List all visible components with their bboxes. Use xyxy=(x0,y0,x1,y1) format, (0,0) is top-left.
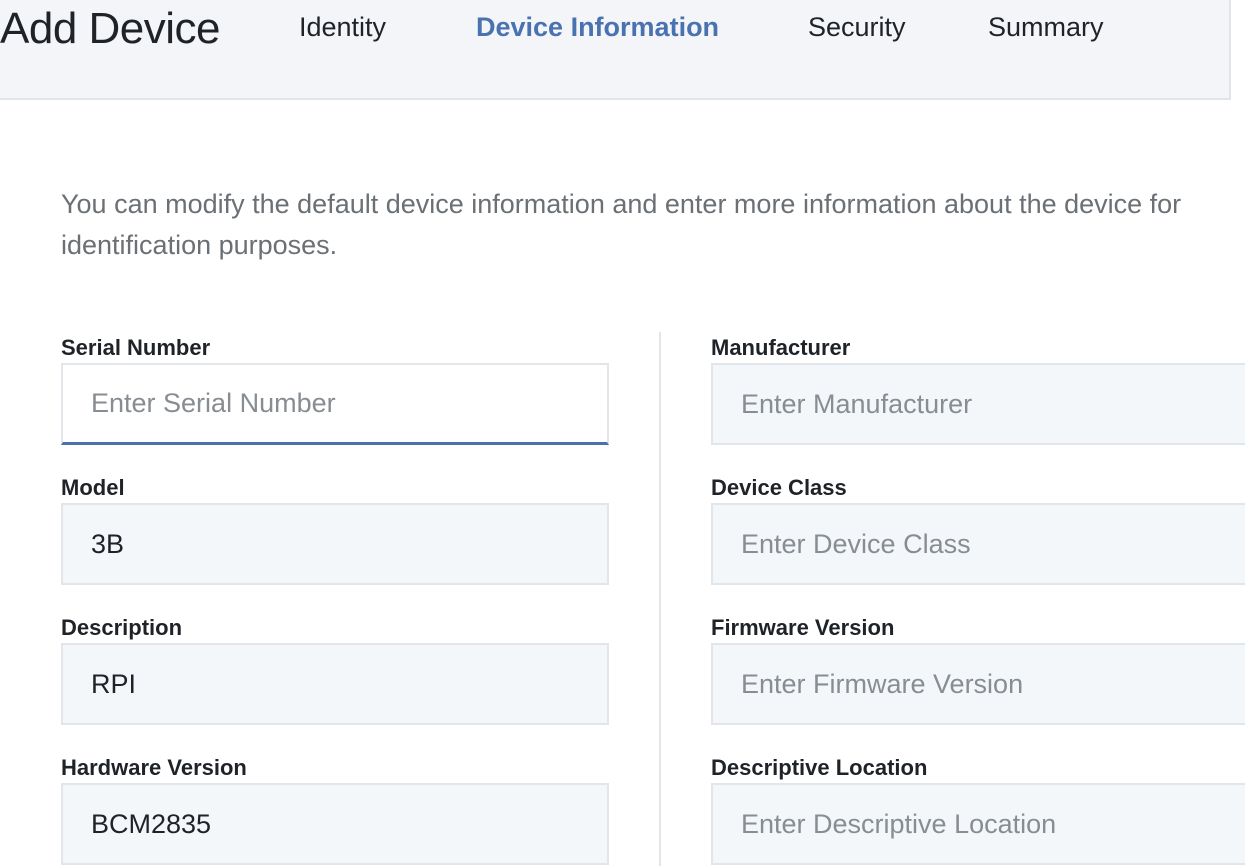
tab-identity[interactable]: Identity xyxy=(299,12,386,43)
device-class-label: Device Class xyxy=(711,475,847,500)
tab-security[interactable]: Security xyxy=(808,12,906,43)
description-label: Description xyxy=(61,615,183,640)
device-class-field-group: Device Class xyxy=(711,473,1245,585)
firmware-version-field-group: Firmware Version xyxy=(711,613,1245,725)
descriptive-location-input[interactable] xyxy=(711,783,1245,865)
model-field-group: Model xyxy=(61,473,609,585)
firmware-version-label: Firmware Version xyxy=(711,615,895,640)
firmware-version-input[interactable] xyxy=(711,643,1245,725)
add-device-page: Add Device Identity Device Information S… xyxy=(0,0,1245,866)
serial-number-label: Serial Number xyxy=(61,335,211,360)
serial-number-input[interactable] xyxy=(61,363,609,445)
manufacturer-label: Manufacturer xyxy=(711,335,851,360)
hardware-version-field-group: Hardware Version xyxy=(61,753,609,865)
descriptive-location-label: Descriptive Location xyxy=(711,755,928,780)
description-field-group: Description xyxy=(61,613,609,725)
page-title: Add Device xyxy=(0,4,221,53)
column-divider xyxy=(659,332,661,866)
description-input[interactable] xyxy=(61,643,609,725)
descriptive-location-field-group: Descriptive Location xyxy=(711,753,1245,865)
model-label: Model xyxy=(61,475,125,500)
tab-summary[interactable]: Summary xyxy=(988,12,1104,43)
intro-text: You can modify the default device inform… xyxy=(61,189,1182,260)
device-class-input[interactable] xyxy=(711,503,1245,585)
manufacturer-input[interactable] xyxy=(711,363,1245,445)
tab-device-information[interactable]: Device Information xyxy=(476,12,719,43)
manufacturer-field-group: Manufacturer xyxy=(711,333,1245,445)
wizard-header: Add Device Identity Device Information S… xyxy=(0,0,1231,100)
hardware-version-input[interactable] xyxy=(61,783,609,865)
hardware-version-label: Hardware Version xyxy=(61,755,247,780)
model-input[interactable] xyxy=(61,503,609,585)
serial-number-field-group: Serial Number xyxy=(61,333,609,445)
